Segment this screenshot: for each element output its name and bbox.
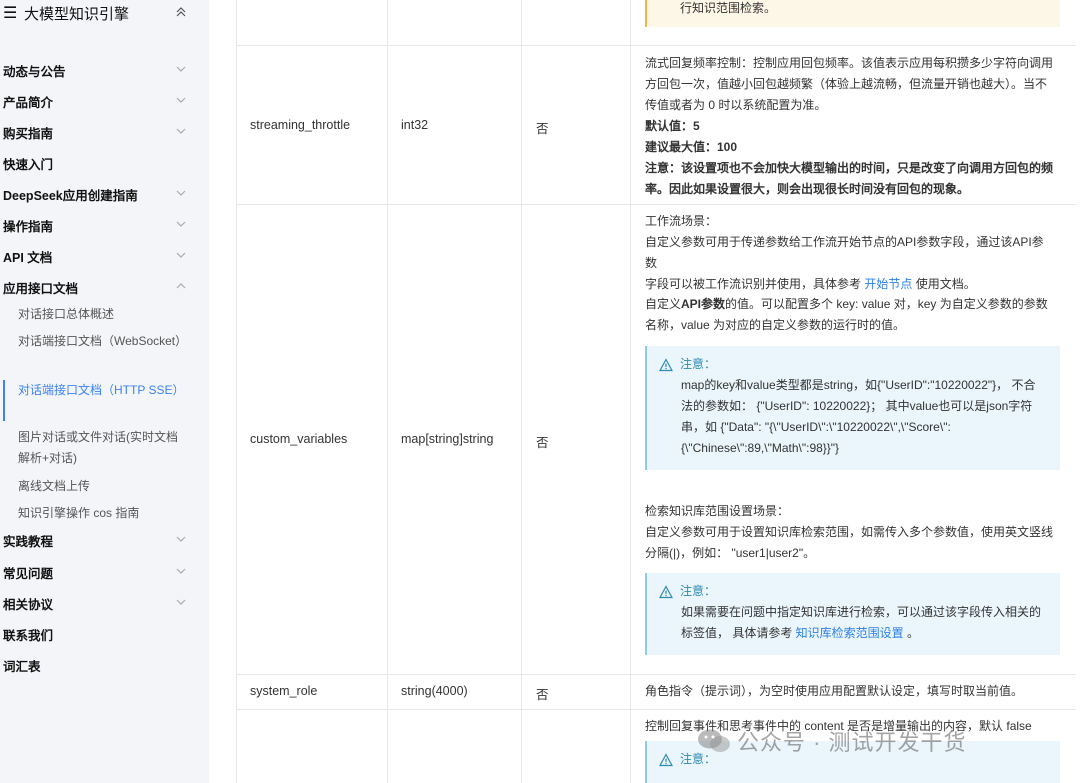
nav-item-deepseek[interactable]: DeepSeek应用创建指南: [3, 184, 193, 204]
default-value: 默认值：5: [645, 119, 700, 133]
param-description: 工作流场景： 自定义参数可用于传递参数给工作流开始节点的API参数字段，通过该A…: [645, 211, 1055, 295]
nav-item-intro[interactable]: 产品简介: [3, 91, 193, 111]
note-heading: 注意：: [680, 584, 717, 598]
param-required: 否: [536, 436, 549, 450]
kb-scope-link[interactable]: 知识库检索范围设置: [796, 626, 904, 640]
warning-icon: [659, 357, 673, 372]
param-name: streaming_throttle: [250, 118, 351, 132]
nav-item-guide[interactable]: 操作指南: [3, 215, 193, 235]
param-name: custom_variables: [250, 432, 348, 446]
chevron-down-icon: [175, 125, 187, 140]
chevron-down-icon: [175, 565, 187, 580]
param-description: 角色指令（提示词），为空时使用应用配置默认设定，填写时取当前值。: [645, 684, 1024, 698]
param-description: 自定义API参数的值。可以配置多个 key: value 对，key 为自定义参…: [645, 297, 1048, 332]
note-heading: 注意：: [680, 357, 717, 371]
watermark-text: 公众号 · 测试开发干货: [737, 730, 967, 755]
max-value: 建议最大值：100: [645, 140, 738, 154]
chevron-down-icon: [175, 249, 187, 264]
nav-item-agreements[interactable]: 相关协议: [3, 593, 193, 613]
param-type: string(4000): [401, 684, 468, 698]
chevron-up-icon: [175, 280, 187, 295]
nav-item-practice[interactable]: 实践教程: [3, 530, 193, 550]
table-row-divider: [236, 709, 1076, 710]
info-note: 注意： map的key和value类型都是string，如{"UserID":"…: [645, 346, 1060, 470]
param-required: 否: [536, 122, 549, 136]
table-row-divider: [236, 204, 1076, 205]
chevron-down-icon: [175, 94, 187, 109]
sub-item-offline-upload[interactable]: 离线文档上传: [18, 476, 188, 497]
section-title: 检索知识库范围设置场景：: [645, 504, 790, 518]
param-required: 否: [536, 688, 549, 702]
nav-item-contact[interactable]: 联系我们: [3, 624, 193, 644]
wechat-logo-icon: [697, 728, 731, 754]
start-node-link[interactable]: 开始节点: [864, 277, 912, 291]
chevron-down-icon: [175, 187, 187, 202]
sub-item-websocket[interactable]: 对话端接口文档（WebSocket）: [18, 331, 188, 352]
table-border: [387, 0, 388, 783]
nav-item-api-docs[interactable]: API 文档: [3, 246, 193, 266]
sub-item-image-file-chat[interactable]: 图片对话或文件对话(实时文档解析+对话): [18, 427, 188, 469]
chevron-down-icon: [175, 218, 187, 233]
warning-callout: 行知识范围检索。: [645, 0, 1060, 27]
section-title: 工作流场景：: [645, 214, 718, 228]
collapse-icon[interactable]: [175, 5, 187, 22]
param-description: 检索知识库范围设置场景： 自定义参数可用于设置知识库检索范围，如需传入多个参数值…: [645, 501, 1055, 564]
warning-icon: [659, 584, 673, 599]
sidebar: ☰ 大模型知识引擎 动态与公告 产品简介 购买指南 快速入门 DeepSeek应…: [0, 0, 209, 783]
nav-item-purchase[interactable]: 购买指南: [3, 122, 193, 142]
nav-item-quickstart[interactable]: 快速入门: [3, 153, 193, 173]
nav-item-faq[interactable]: 常见问题: [3, 562, 193, 582]
table-border: [236, 0, 237, 783]
sidebar-title: 大模型知识引擎: [24, 5, 130, 23]
param-type: map[string]string: [401, 432, 494, 446]
menu-icon[interactable]: ☰: [3, 3, 19, 23]
nav-item-glossary[interactable]: 词汇表: [3, 655, 193, 675]
sub-item-cos-guide[interactable]: 知识引擎操作 cos 指南: [18, 503, 188, 524]
sub-item-overview[interactable]: 对话接口总体概述: [18, 304, 188, 325]
sub-item-http-sse[interactable]: 对话端接口文档（HTTP SSE）: [18, 380, 188, 401]
chevron-down-icon: [175, 63, 187, 78]
param-type: int32: [401, 118, 429, 132]
table-row-divider: [236, 45, 1076, 46]
nav-item-app-api[interactable]: 应用接口文档: [3, 277, 193, 297]
table-border: [521, 0, 522, 783]
table-border: [630, 0, 631, 783]
table-row-divider: [236, 674, 1076, 675]
warning-text: 行知识范围检索。: [680, 1, 777, 15]
active-indicator: [3, 380, 5, 421]
param-name: system_role: [250, 684, 318, 698]
sidebar-header[interactable]: ☰ 大模型知识引擎: [3, 3, 203, 23]
param-description: 流式回复频率控制：控制应用回包频率。该值表示应用每积攒多少字符向调用 方回包一次…: [645, 56, 1054, 196]
watermark: 公众号 · 测试开发干货: [697, 725, 967, 757]
chevron-down-icon: [175, 596, 187, 611]
chevron-down-icon: [175, 533, 187, 548]
warning-icon: [659, 752, 673, 767]
nav-item-news[interactable]: 动态与公告: [3, 60, 193, 80]
info-note: 注意： 如果需要在问题中指定知识库进行检索，可以通过该字段传入相关的 标签值， …: [645, 573, 1060, 655]
